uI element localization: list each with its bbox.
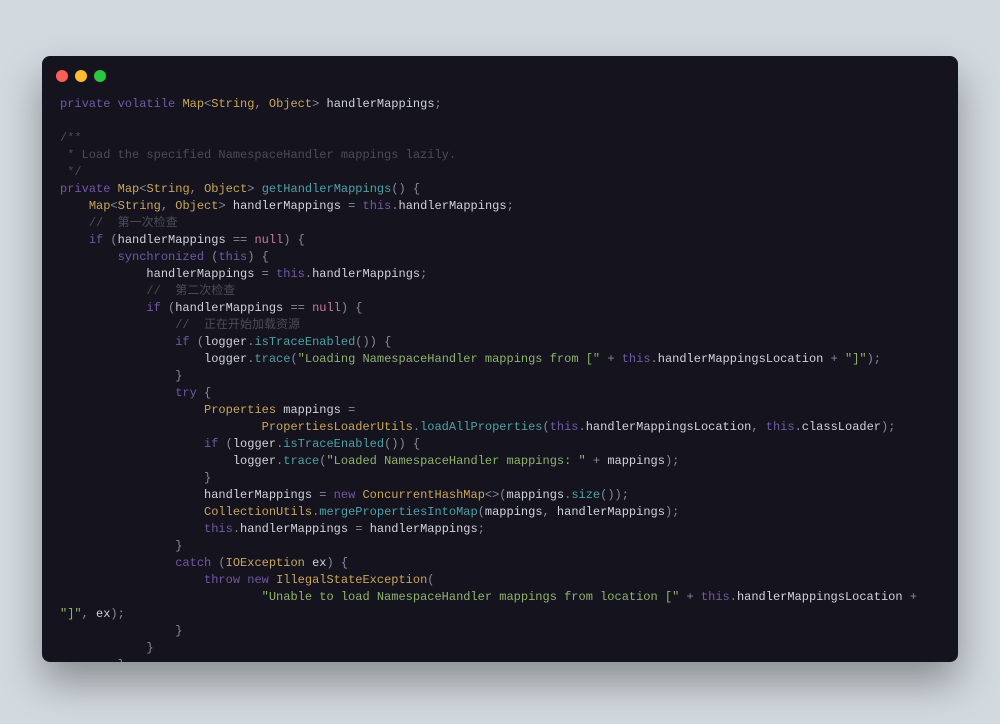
token: mappings <box>485 505 543 519</box>
minimize-icon[interactable] <box>75 70 87 82</box>
token: catch <box>175 556 211 570</box>
token: if <box>204 437 218 451</box>
token: classLoader <box>802 420 881 434</box>
token: IllegalStateException <box>276 573 427 587</box>
token: try <box>175 386 197 400</box>
token: Map <box>182 97 204 111</box>
token: handlerMappings <box>233 199 341 213</box>
token: handlerMappings <box>204 488 312 502</box>
token: Object <box>175 199 218 213</box>
comment: // 第一次检查 <box>89 216 178 230</box>
token: Properties <box>204 403 276 417</box>
token: this <box>218 250 247 264</box>
token: logger <box>204 335 247 349</box>
token: "Loading NamespaceHandler mappings from … <box>298 352 600 366</box>
token: handlerMappings <box>557 505 665 519</box>
token: mappings <box>507 488 565 502</box>
comment: // 第二次检查 <box>146 284 235 298</box>
token: logger <box>233 437 276 451</box>
token: mappings <box>607 454 665 468</box>
token: this <box>550 420 579 434</box>
token: "Loaded NamespaceHandler mappings: " <box>326 454 585 468</box>
token: handlerMappings <box>370 522 478 536</box>
titlebar <box>42 56 958 88</box>
comment: * Load the specified NamespaceHandler ma… <box>60 148 456 162</box>
token: Object <box>269 97 312 111</box>
token: logger <box>233 454 276 468</box>
token: PropertiesLoaderUtils <box>262 420 413 434</box>
token: String <box>118 199 161 213</box>
token: null <box>312 301 341 315</box>
code-window: private volatile Map<String, Object> han… <box>42 56 958 662</box>
token: this <box>276 267 305 281</box>
token: null <box>254 233 283 247</box>
token: ex <box>312 556 326 570</box>
token: CollectionUtils <box>204 505 312 519</box>
token: handlerMappingsLocation <box>586 420 752 434</box>
token: this <box>622 352 651 366</box>
token: volatile <box>118 97 176 111</box>
token: if <box>146 301 160 315</box>
token: IOException <box>226 556 305 570</box>
token: loadAllProperties <box>420 420 542 434</box>
token: this <box>766 420 795 434</box>
token: handlerMappings <box>240 522 348 536</box>
token: trace <box>283 454 319 468</box>
token: this <box>701 590 730 604</box>
token: handlerMappings <box>312 267 420 281</box>
token: Map <box>118 182 140 196</box>
token: isTraceEnabled <box>283 437 384 451</box>
token: isTraceEnabled <box>254 335 355 349</box>
token: handlerMappingsLocation <box>658 352 824 366</box>
token: this <box>363 199 392 213</box>
token: String <box>146 182 189 196</box>
token: this <box>204 522 233 536</box>
close-icon[interactable] <box>56 70 68 82</box>
token: synchronized <box>118 250 204 264</box>
zoom-icon[interactable] <box>94 70 106 82</box>
token: private <box>60 97 110 111</box>
token: private <box>60 182 110 196</box>
comment: /** <box>60 131 82 145</box>
token: throw <box>204 573 240 587</box>
token: handlerMappings <box>327 97 435 111</box>
token: String <box>211 97 254 111</box>
token: ex <box>96 607 110 621</box>
token: ConcurrentHashMap <box>362 488 484 502</box>
token: mergePropertiesIntoMap <box>319 505 477 519</box>
token: logger <box>204 352 247 366</box>
comment: */ <box>60 165 82 179</box>
token: new <box>334 488 356 502</box>
token: "]" <box>845 352 867 366</box>
token: handlerMappings <box>175 301 283 315</box>
comment: // 正在开始加载资源 <box>175 318 300 332</box>
token: Object <box>204 182 247 196</box>
token: handlerMappings <box>118 233 226 247</box>
code-area[interactable]: private volatile Map<String, Object> han… <box>42 88 958 662</box>
token: handlerMappings <box>146 267 254 281</box>
token: if <box>89 233 103 247</box>
token: handlerMappings <box>399 199 507 213</box>
token: trace <box>254 352 290 366</box>
token: size <box>571 488 600 502</box>
token: handlerMappingsLocation <box>737 590 903 604</box>
token: "]" <box>60 607 82 621</box>
token: mappings <box>283 403 341 417</box>
token: "Unable to load NamespaceHandler mapping… <box>262 590 680 604</box>
token: getHandlerMappings <box>262 182 392 196</box>
token: new <box>247 573 269 587</box>
token: Map <box>89 199 111 213</box>
token: if <box>175 335 189 349</box>
